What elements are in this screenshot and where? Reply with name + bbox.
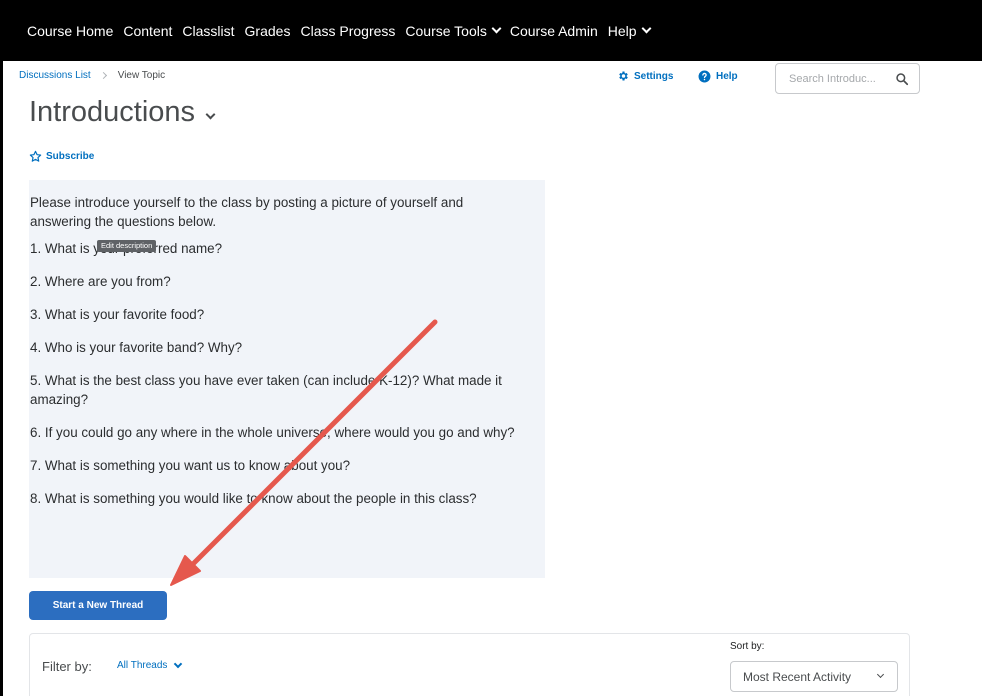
sort-select[interactable]: Most Recent Activity (730, 661, 898, 692)
settings-label: Settings (634, 70, 674, 82)
nav-label: Help (607, 22, 637, 39)
topic-title: Introductions (29, 96, 196, 128)
page-title: Introductions (29, 96, 216, 129)
nav-content[interactable]: Content (123, 23, 172, 39)
question-circle-icon (698, 70, 711, 83)
search-field (775, 63, 920, 94)
description-question: 2. Where are you from? (30, 274, 171, 289)
chevron-down-icon[interactable] (205, 109, 216, 120)
sort-label: Sort by: (730, 641, 765, 652)
nav-classlist[interactable]: Classlist (182, 23, 234, 39)
description-question: 4. Who is your favorite band? Why? (30, 340, 243, 355)
page-frame: Course Home Content Classlist Grades Cla… (0, 0, 982, 696)
nav-label: Grades (244, 22, 291, 39)
nav-label: Content (123, 22, 173, 39)
chevron-down-icon (174, 659, 183, 668)
breadcrumb: Discussions List View Topic (19, 70, 165, 81)
help-label: Help (716, 71, 738, 82)
nav-course-admin[interactable]: Course Admin (510, 23, 598, 39)
chevron-down-icon (641, 23, 652, 34)
gear-icon (617, 70, 629, 82)
topic-description[interactable]: Please introduce yourself to the class b… (29, 180, 545, 578)
nav-class-progress[interactable]: Class Progress (300, 23, 395, 39)
description-question: 6. If you could go any where in the whol… (30, 425, 515, 440)
nav-grades[interactable]: Grades (245, 23, 291, 39)
description-question: 3. What is your favorite food? (30, 307, 205, 322)
search-icon[interactable] (895, 72, 909, 91)
start-new-thread-button[interactable]: Start a New Thread (29, 591, 167, 620)
nav-course-home[interactable]: Course Home (27, 23, 113, 39)
breadcrumb-discussions-list[interactable]: Discussions List (19, 70, 91, 81)
description-question: 5. What is the best class you have ever … (30, 373, 502, 407)
description-intro: Please introduce yourself to the class b… (30, 195, 464, 229)
chevron-down-icon (876, 670, 885, 679)
breadcrumb-current: View Topic (117, 70, 166, 81)
description-question: 7. What is something you want us to know… (30, 458, 351, 473)
help-button[interactable]: Help (698, 70, 738, 83)
chevron-down-icon (491, 23, 502, 34)
nav-label: Course Tools (405, 22, 487, 39)
star-outline-icon (29, 150, 42, 163)
sort-value: Most Recent Activity (743, 669, 852, 684)
filter-label: Filter by: (42, 659, 92, 674)
nav-label: Classlist (182, 22, 235, 39)
nav-label: Course Home (27, 22, 114, 39)
nav-course-tools-menu[interactable]: Course Tools (405, 22, 502, 39)
nav-label: Course Admin (509, 22, 598, 39)
nav-help-menu[interactable]: Help (607, 22, 652, 39)
subscribe-button[interactable]: Subscribe (29, 150, 94, 163)
course-navbar: Course Home Content Classlist Grades Cla… (3, 0, 982, 61)
description-question: 8. What is something you would like to k… (30, 491, 477, 506)
filter-dropdown[interactable]: All Threads (117, 659, 183, 671)
edit-description-tooltip: Edit description (97, 240, 157, 252)
thread-filter-panel: Filter by: All Threads Sort by: Most Rec… (29, 633, 910, 696)
nav-label: Class Progress (300, 22, 396, 39)
chevron-right-icon (99, 71, 107, 80)
settings-button[interactable]: Settings (617, 70, 673, 82)
search-input[interactable] (789, 72, 889, 85)
filter-value: All Threads (117, 660, 168, 671)
subscribe-label: Subscribe (46, 151, 95, 162)
